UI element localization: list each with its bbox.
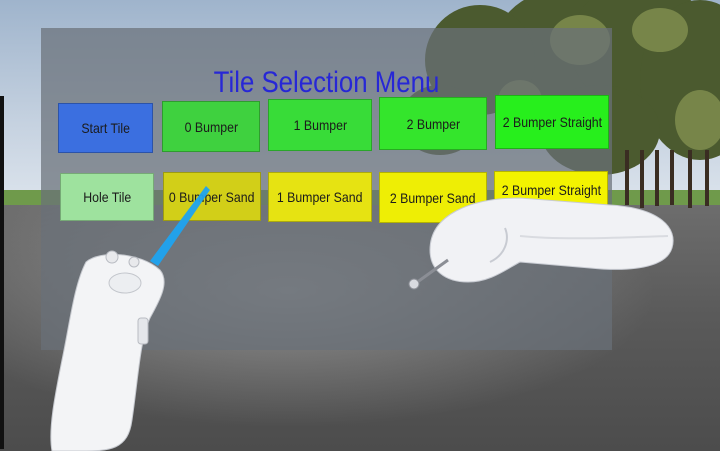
tile-2-bumper-button[interactable]: 2 Bumper <box>379 97 487 150</box>
tile-label: 0 Bumper Sand <box>169 188 255 205</box>
tile-label: 1 Bumper <box>293 117 347 133</box>
tile-start-button[interactable]: Start Tile <box>58 103 153 153</box>
tile-2-bumper-straight-button[interactable]: 2 Bumper Straight <box>495 95 609 149</box>
tile-label: 2 Bumper <box>406 115 460 132</box>
left-frame-edge <box>0 96 4 449</box>
tile-0-bumper-sand-button[interactable]: 0 Bumper Sand <box>163 172 261 221</box>
tile-1-bumper-sand-button[interactable]: 1 Bumper Sand <box>268 172 372 222</box>
tile-label: 2 Bumper Straight <box>501 181 601 198</box>
tile-label: 0 Bumper <box>184 118 238 135</box>
tile-1-bumper-button[interactable]: 1 Bumper <box>268 99 372 151</box>
tile-hole-button[interactable]: Hole Tile <box>60 173 154 221</box>
tile-label: 1 Bumper Sand <box>277 189 363 205</box>
vr-scene: Tile Selection Menu Start Tile 0 Bumper … <box>0 0 720 451</box>
tile-label: Start Tile <box>81 120 130 136</box>
tile-label: 2 Bumper Sand <box>390 189 476 206</box>
tile-2-bumper-straight-sand-button[interactable]: 2 Bumper Straight <box>494 171 608 208</box>
tile-label: Hole Tile <box>83 189 131 205</box>
tile-0-bumper-button[interactable]: 0 Bumper <box>162 101 260 152</box>
tile-2-bumper-sand-button[interactable]: 2 Bumper Sand <box>379 172 487 223</box>
tile-label: 2 Bumper Straight <box>502 114 602 130</box>
